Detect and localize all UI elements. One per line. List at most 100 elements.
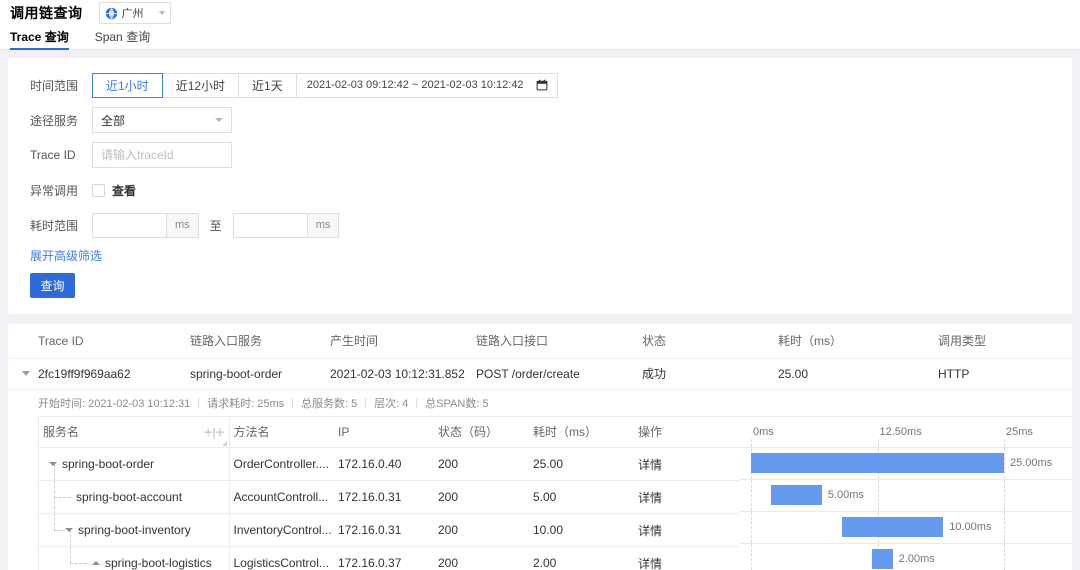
- abnormal-checkbox-wrap[interactable]: 查看: [92, 182, 136, 199]
- date-range-value: 2021-02-03 09:12:42 ~ 2021-02-03 10:12:4…: [306, 79, 524, 91]
- gantt-gridline: [877, 438, 879, 447]
- abnormal-checkbox-label: 查看: [112, 183, 137, 198]
- page-title: 调用链查询: [10, 5, 83, 21]
- duration-range-group: ms 至 ms: [92, 212, 340, 238]
- chevron-down-icon[interactable]: [49, 462, 57, 466]
- resize-corner-icon[interactable]: [221, 441, 227, 446]
- date-range-picker[interactable]: 2021-02-03 09:12:42 ~ 2021-02-03 10:12:4…: [296, 72, 558, 98]
- gantt-gridline: [751, 543, 752, 570]
- duration-from-input[interactable]: [92, 212, 166, 238]
- gantt-bar-label: 25.00ms: [1010, 457, 1053, 469]
- tree-connector-line: [54, 513, 55, 530]
- gantt-bar[interactable]: [842, 517, 944, 537]
- span-method: AccountControll...: [229, 480, 334, 514]
- gantt-gridline: [751, 511, 752, 543]
- gantt-bar[interactable]: [771, 485, 822, 505]
- duration-to-input[interactable]: [232, 212, 307, 238]
- cell-call-type: HTTP: [938, 358, 1072, 390]
- span-table-wrap: 服务名 ＋|＋ 方法名 IP 状态（码） 耗时（ms） 操作 spring-bo…: [39, 416, 739, 570]
- span-ip: 172.16.0.31: [334, 480, 434, 514]
- span-service-label-wrap[interactable]: spring-boot-account: [76, 490, 182, 504]
- summary-divider: |: [364, 396, 368, 409]
- chevron-down-icon[interactable]: [22, 371, 30, 376]
- span-method: LogisticsControl...: [229, 546, 334, 570]
- row-expander-cell[interactable]: [8, 358, 38, 390]
- summary-divider: |: [197, 396, 201, 409]
- duration-to-unit: ms: [306, 212, 340, 238]
- span-row[interactable]: spring-boot-logistics LogisticsControl..…: [39, 546, 739, 570]
- span-service-name: spring-boot-logistics: [105, 556, 212, 570]
- span-method: OrderController....: [229, 447, 334, 481]
- cell-trace-id: 2fc19ff9f969aa62: [38, 358, 190, 390]
- span-detail-link[interactable]: 详情: [634, 447, 739, 481]
- time-range-option-1d[interactable]: 近1天: [239, 72, 297, 98]
- span-detail-link[interactable]: 详情: [634, 480, 739, 514]
- summary-divider: |: [291, 396, 294, 409]
- abnormal-label: 异常调用: [30, 183, 79, 198]
- gantt-gridline: [1004, 447, 1005, 479]
- duration-label: 耗时范围: [30, 218, 79, 233]
- span-service-label-wrap[interactable]: spring-boot-logistics: [92, 556, 212, 570]
- th-span-method: 方法名: [229, 416, 334, 448]
- chevron-down-icon[interactable]: [65, 528, 73, 532]
- tab-span-query[interactable]: Span 查询: [95, 28, 150, 49]
- chevron-up-icon[interactable]: [92, 561, 100, 565]
- trace-detail-summary: 开始时间: 2021-02-03 10:12:31 | 请求耗时: 25ms |…: [38, 390, 1072, 416]
- status-badge: 成功: [642, 358, 778, 390]
- region-selector[interactable]: 广州: [98, 2, 171, 24]
- span-service-label-wrap[interactable]: spring-boot-inventory: [65, 523, 191, 537]
- gantt-gridline: [751, 438, 752, 447]
- span-status-code: 200: [434, 513, 529, 547]
- span-service-cell: spring-boot-order: [39, 447, 230, 481]
- summary-span-count: 总SPAN数: 5: [425, 397, 489, 410]
- trace-id-input[interactable]: [92, 142, 232, 168]
- tab-trace-query[interactable]: Trace 查询: [10, 28, 69, 50]
- th-status: 状态: [642, 324, 778, 359]
- advanced-filter-link[interactable]: 展开高级筛选: [8, 247, 102, 264]
- span-detail-link[interactable]: 详情: [634, 546, 739, 570]
- gantt-bar[interactable]: [872, 549, 893, 569]
- cell-entry-service[interactable]: spring-boot-order: [190, 358, 330, 390]
- gantt-bar-label: 2.00ms: [898, 553, 935, 565]
- span-tree-cell: spring-boot-logistics: [43, 546, 228, 570]
- span-row[interactable]: spring-boot-order OrderController.... 17…: [39, 447, 739, 481]
- query-button[interactable]: 查询: [30, 273, 75, 298]
- th-entry-api: 链路入口接口: [476, 324, 642, 359]
- duration-separator: 至: [209, 218, 222, 233]
- th-trace-id: Trace ID: [38, 324, 190, 359]
- span-status-code: 200: [434, 480, 529, 514]
- span-duration: 2.00: [529, 546, 634, 570]
- cell-entry-api[interactable]: POST /order/create: [476, 358, 642, 390]
- span-service-label-wrap[interactable]: spring-boot-order: [49, 457, 154, 471]
- abnormal-checkbox[interactable]: [92, 183, 105, 197]
- time-range-option-12h[interactable]: 近12小时: [162, 72, 240, 98]
- table-row[interactable]: 2fc19ff9f969aa62 spring-boot-order 2021-…: [8, 358, 1072, 390]
- time-range-option-1h[interactable]: 近1小时: [92, 72, 163, 98]
- time-range-segmented: 近1小时 近12小时 近1天 2021-02-03 09:12:42 ~ 202…: [92, 72, 558, 98]
- service-select[interactable]: 全部: [92, 107, 232, 133]
- summary-depth: 层次: 4: [374, 397, 409, 410]
- trace-results-table: Trace ID 链路入口服务 产生时间 链路入口接口 状态 耗时（ms） 调用…: [8, 324, 1072, 390]
- duration-from-unit: ms: [166, 212, 199, 238]
- span-table-body: spring-boot-order OrderController.... 17…: [39, 447, 739, 570]
- span-ip: 172.16.0.37: [334, 546, 434, 570]
- span-service-name: spring-boot-inventory: [78, 523, 191, 537]
- gantt-tick-label: 12.50ms: [879, 425, 922, 438]
- gantt-gridline: [1004, 479, 1005, 511]
- calendar-icon: [536, 79, 547, 91]
- th-span-service-label: 服务名: [43, 425, 80, 440]
- column-resize-icon[interactable]: ＋|＋: [203, 424, 226, 440]
- gantt-bar[interactable]: [751, 453, 1004, 473]
- span-row[interactable]: spring-boot-account AccountControll... 1…: [39, 480, 739, 514]
- span-row[interactable]: spring-boot-inventory InventoryControl..…: [39, 513, 739, 547]
- service-row: 途径服务 全部: [8, 107, 1072, 133]
- trace-id-label: Trace ID: [30, 148, 76, 162]
- gantt-bar-label: 5.00ms: [827, 489, 864, 501]
- th-span-ip: IP: [334, 416, 434, 448]
- results-panel: Trace ID 链路入口服务 产生时间 链路入口接口 状态 耗时（ms） 调用…: [8, 324, 1072, 570]
- app-header: 调用链查询 广州: [0, 0, 1080, 26]
- gantt-bar-label: 10.00ms: [949, 521, 992, 533]
- gantt-axis: 0ms 12.50ms 25ms: [739, 417, 1072, 448]
- span-detail-link[interactable]: 详情: [634, 513, 739, 547]
- tree-connector-line: [70, 546, 71, 563]
